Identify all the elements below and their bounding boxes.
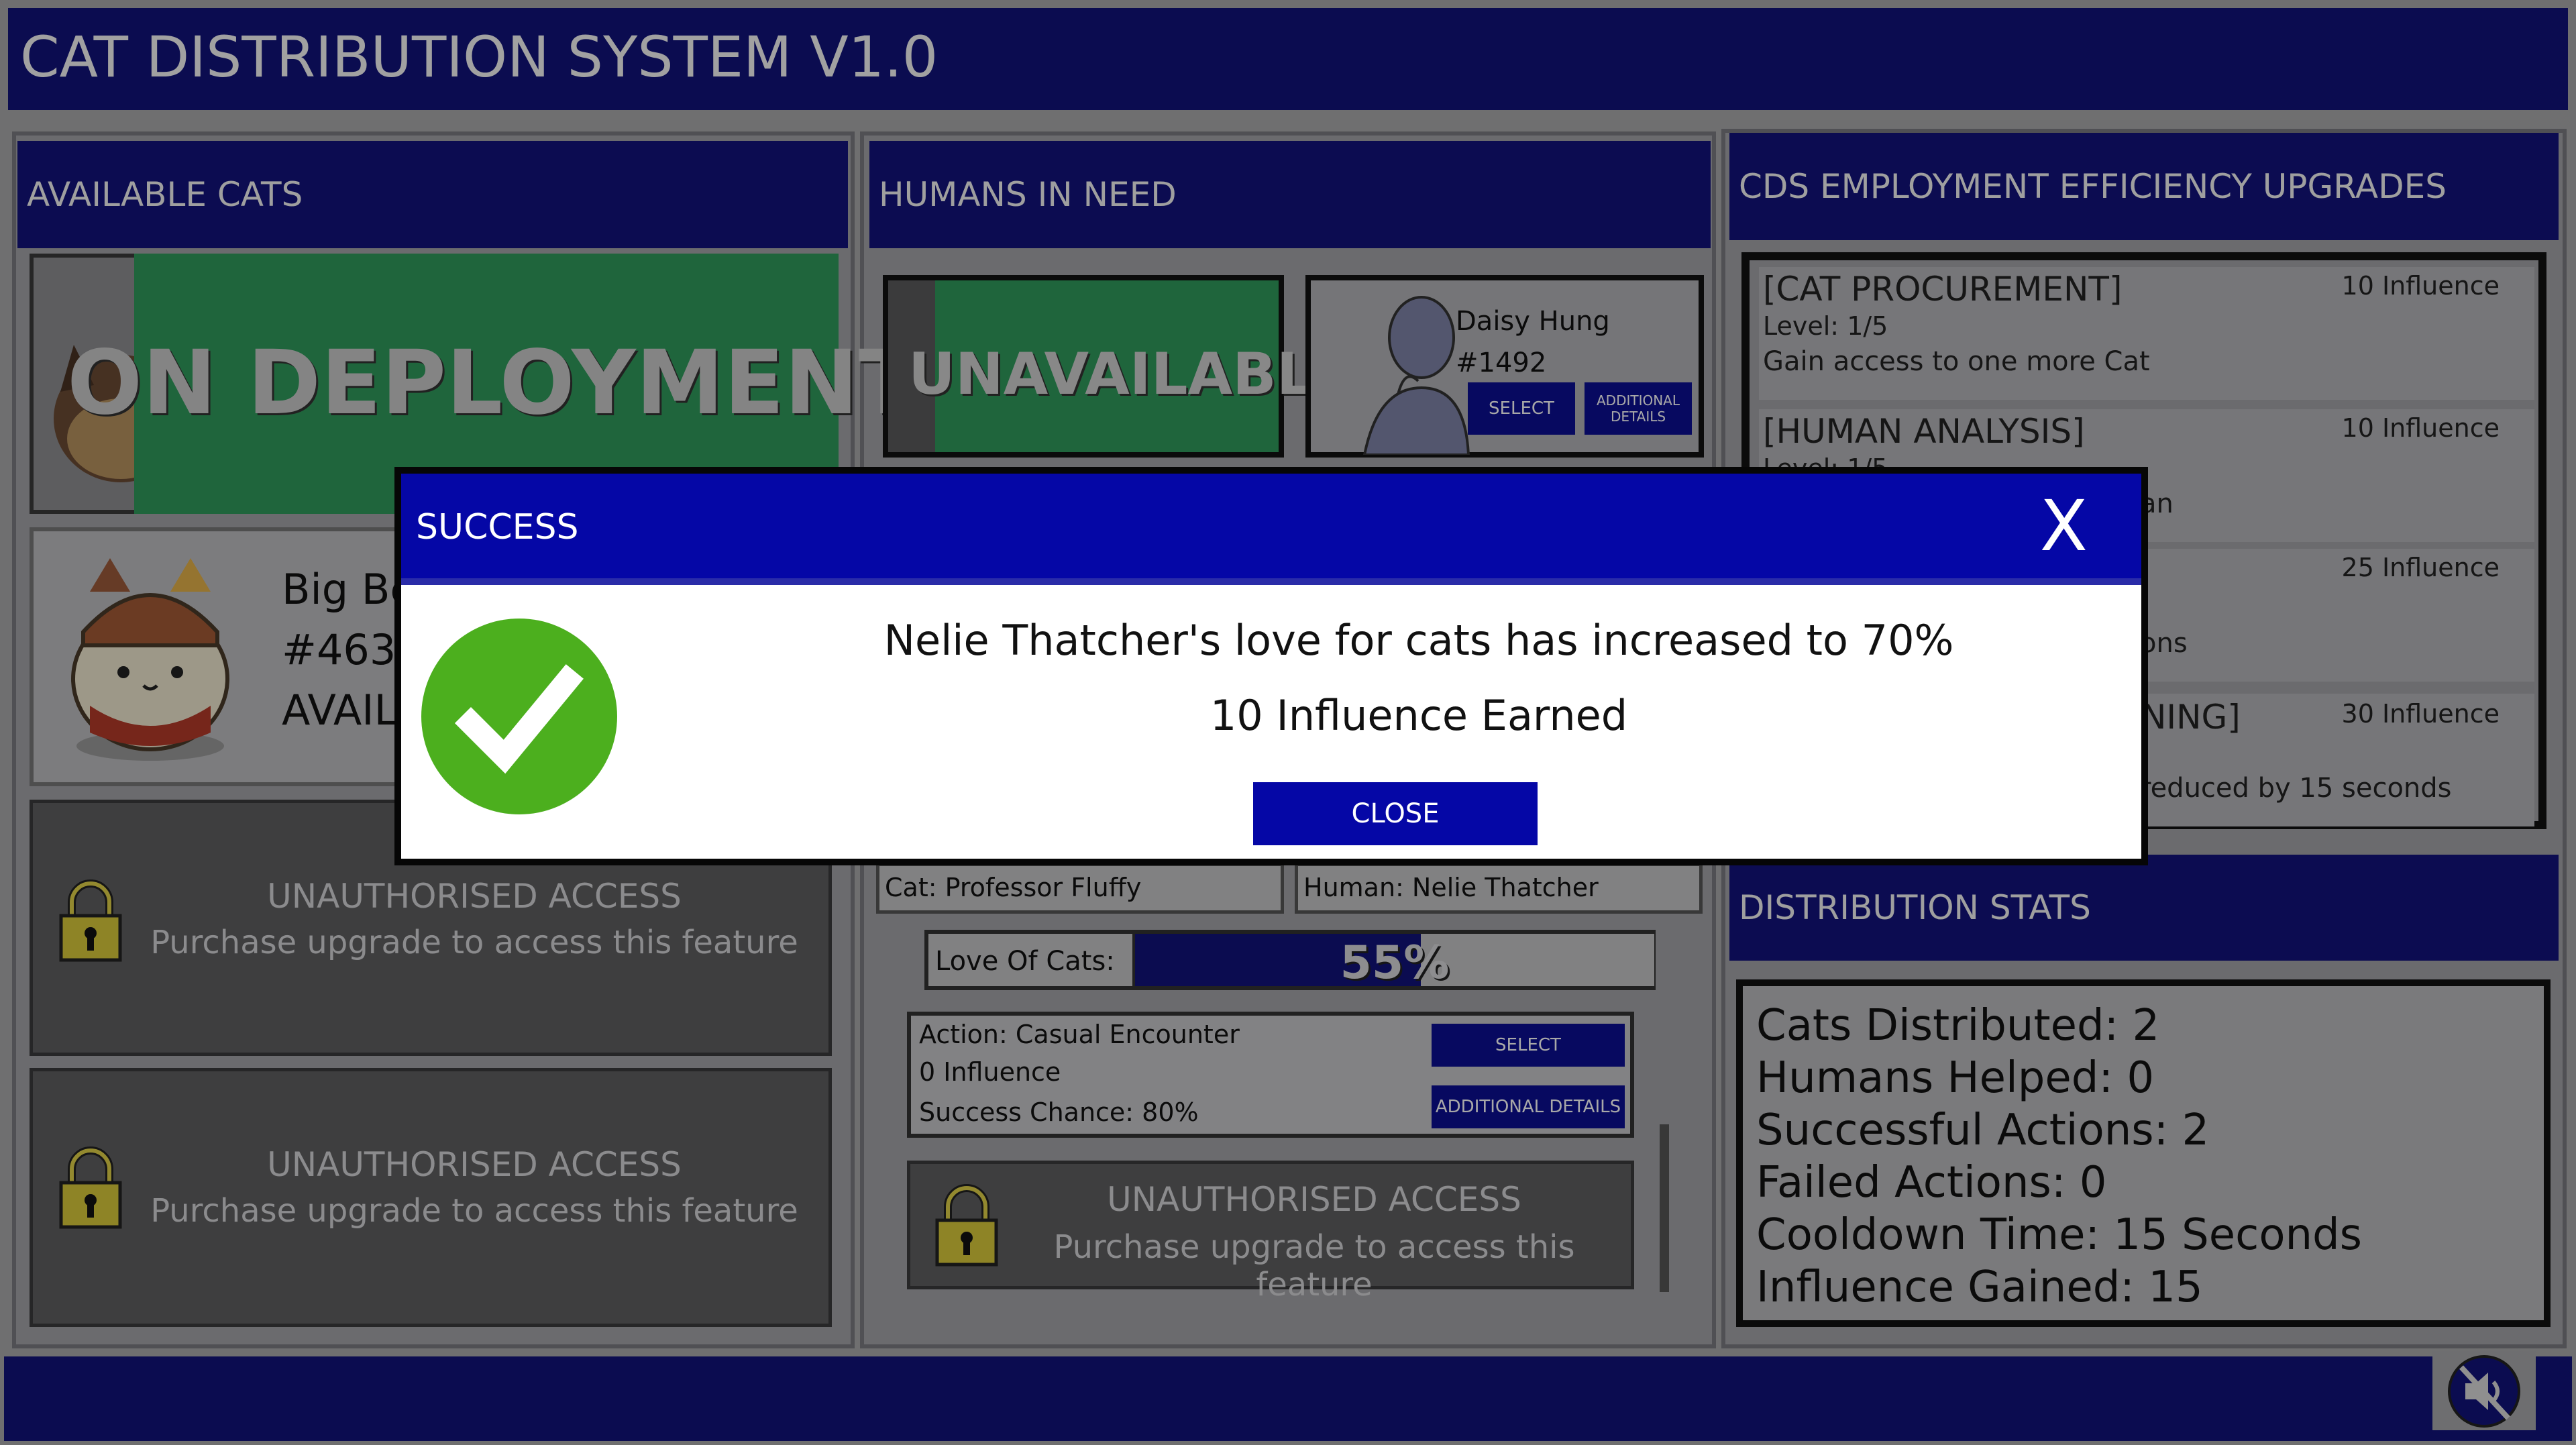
close-x-button[interactable]: X	[2040, 486, 2088, 566]
dialog-message: Nelie Thatcher's love for cats has incre…	[883, 616, 1954, 665]
dialog-close-button[interactable]: CLOSE	[1253, 782, 1538, 845]
dialog-header: SUCCESS X	[401, 474, 2141, 585]
dialog-title: SUCCESS	[416, 507, 579, 547]
checkmark-icon	[421, 619, 617, 814]
dialog-earned: 10 Influence Earned	[1210, 691, 1628, 740]
success-dialog: SUCCESS X Nelie Thatcher's love for cats…	[394, 467, 2148, 865]
